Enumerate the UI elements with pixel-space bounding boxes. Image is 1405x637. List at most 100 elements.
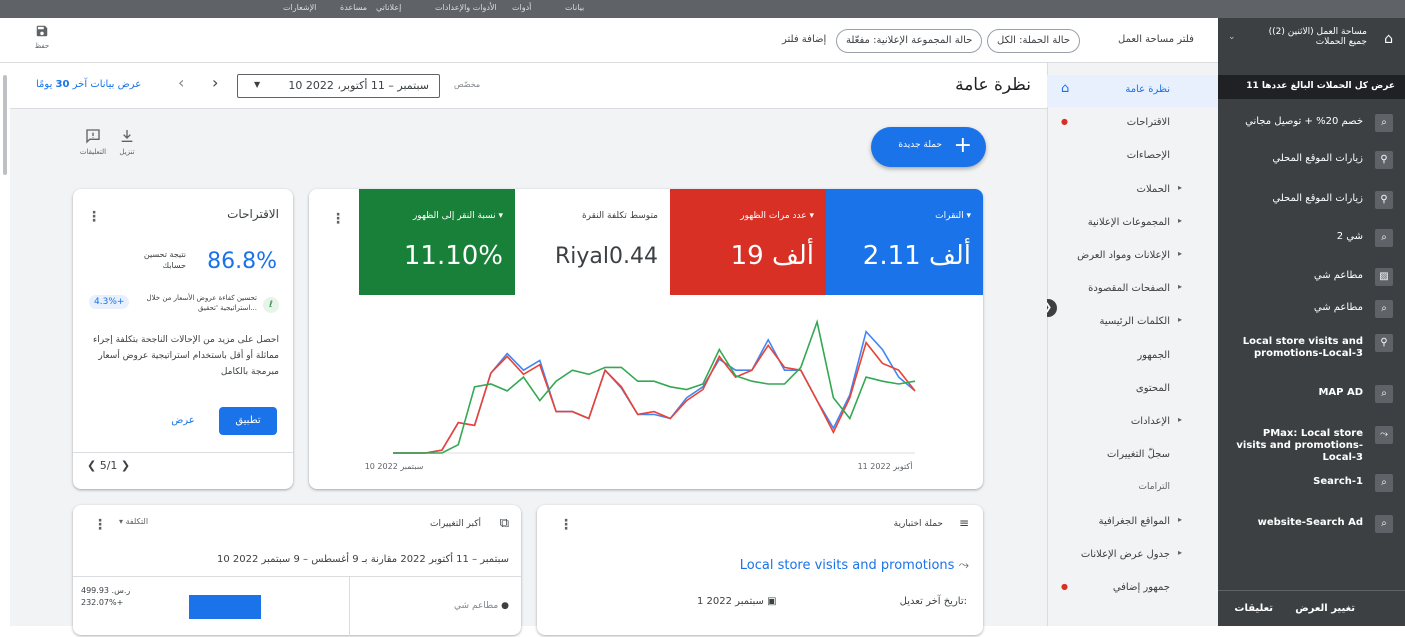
campaign-nav-item[interactable]: ▨ مطاعم شي <box>1218 264 1405 294</box>
campaign-nav-item[interactable]: ⚲ زيارات الموقع المحلي <box>1218 147 1405 177</box>
page-nav-item[interactable]: جدول عرض الإعلانات ▸ <box>1047 540 1218 572</box>
campaign-nav-item[interactable]: ⚲ Local store visits and promotions-Local… <box>1218 330 1405 360</box>
topbar-item[interactable]: أدوات <box>512 3 531 12</box>
download-icon <box>121 130 133 142</box>
page-nav-item[interactable]: الإعلانات ومواد العرض ▸ <box>1047 241 1218 273</box>
workspace-filter[interactable]: فلتر مساحة العمل <box>1118 34 1194 45</box>
save-button[interactable]: حفظ <box>27 23 57 50</box>
campaign-nav: ⌂ مساحة العمل (الاثنين (2)) جميع الحملات… <box>1218 18 1405 626</box>
campaign-status-chip[interactable]: حالة الحملة: الكل <box>987 29 1081 53</box>
page-nav-item[interactable]: الإحصاءات <box>1047 141 1218 173</box>
new-campaign-button[interactable]: + حملة جديدة <box>871 127 986 167</box>
suggestion-item[interactable]: ℓ تحسين كفاءة عروض الأسعار من خلال استرا… <box>89 293 279 319</box>
change-view-link[interactable]: تغيير العرض <box>1295 603 1355 614</box>
campaign-nav-label: مطاعم شي <box>1313 302 1363 313</box>
campaign-nav-label: Search-1 <box>1313 476 1363 487</box>
campaign-nav-item[interactable]: ⌕ مطاعم شي <box>1218 296 1405 326</box>
page-nav-label: جمهور إضافي <box>1112 582 1170 593</box>
metric-impressions-label: عدد مرات الظهور ▾ <box>740 211 814 221</box>
campaign-nav-label: website-Search Ad <box>1257 517 1363 528</box>
expand-arrow-icon: ▸ <box>1177 315 1182 325</box>
topbar-item[interactable]: إعلاناتي <box>376 3 401 12</box>
search-icon: ⌕ <box>1375 515 1393 533</box>
topbar-item[interactable]: الإشعارات <box>283 3 316 12</box>
campaign-nav-item[interactable]: ⌕ website-Search Ad <box>1218 511 1405 541</box>
all-campaigns-item[interactable]: عرض كل الحملات البالغ عددها 11 <box>1218 75 1405 99</box>
search-icon: ⌕ <box>1375 385 1393 403</box>
campaign-nav-item[interactable]: ⤳ PMax: Local store visits and promotions… <box>1218 422 1405 463</box>
page-nav-item[interactable]: الحملات ▸ <box>1047 175 1218 207</box>
account-line1: مساحة العمل (الاثنين (2)) <box>1268 27 1367 37</box>
metric-clicks[interactable]: النقرات ▾ 2.11 ألف <box>826 189 983 295</box>
add-filter-link[interactable]: إضافة فلتر <box>782 34 826 45</box>
next-period-button[interactable]: › <box>212 73 218 92</box>
page-nav-item[interactable]: ● جمهور إضافي <box>1047 573 1218 605</box>
metric-ctr[interactable]: نسبة النقر إلى الظهور ▾ 11.10% <box>359 189 515 295</box>
page-nav-item[interactable]: المحتوى <box>1047 374 1218 406</box>
page-nav-item[interactable]: الصفحات المقصودة ▸ <box>1047 274 1218 306</box>
page-nav-item[interactable]: ● الاقتراحات <box>1047 108 1218 140</box>
suggestion-description: احصل على مزيد من الإحالات الناجحة بتكلفة… <box>92 335 279 377</box>
change-row-label[interactable]: مطاعم شي ● <box>454 601 509 611</box>
account-selector[interactable]: ⌂ مساحة العمل (الاثنين (2)) جميع الحملات… <box>1218 18 1405 63</box>
more-options-icon[interactable]: ⋮ <box>331 211 345 227</box>
campaign-nav-label: Local store visits and promotions-Local-… <box>1242 336 1363 359</box>
campaign-nav-label: MAP AD <box>1318 387 1363 398</box>
optimization-score: 86.8% <box>207 249 277 274</box>
metric-impressions[interactable]: عدد مرات الظهور ▾ 19 ألف <box>670 189 826 295</box>
topbar-item[interactable]: بيانات <box>565 3 584 12</box>
page-nav-item[interactable]: الإعدادات ▸ <box>1047 407 1218 439</box>
feedback-link[interactable]: تعليقات <box>1234 603 1273 614</box>
adgroup-status-chip[interactable]: حالة المجموعة الإعلانية: مفعّلة <box>836 29 983 53</box>
page-nav-item[interactable]: الترامات <box>1047 473 1218 505</box>
change-amount: ر.س. 499.93 <box>81 586 131 595</box>
prev-suggestion-icon[interactable]: ❮ <box>87 459 96 472</box>
campaign-nav-label: شي 2 <box>1336 231 1363 242</box>
apply-button[interactable]: تطبيق <box>219 407 277 435</box>
alert-dot-icon: ● <box>1061 582 1068 591</box>
next-suggestion-icon[interactable]: ❯ <box>121 459 130 472</box>
scrollbar[interactable] <box>3 75 7 175</box>
topbar-item[interactable]: الأدوات والإعدادات <box>435 3 497 12</box>
campaign-nav-item[interactable]: ⚲ زيارات الموقع المحلي <box>1218 187 1405 217</box>
divider <box>349 577 350 637</box>
view-button[interactable]: عرض <box>163 407 203 435</box>
download-button[interactable]: تنزيل <box>112 128 142 156</box>
page-nav-item[interactable]: ⌂ نظرة عامة <box>1047 75 1218 107</box>
page-nav-label: نظرة عامة <box>1125 84 1170 95</box>
page-nav-item[interactable]: المواقع الجغرافية ▸ <box>1047 507 1218 539</box>
trial-campaign-link[interactable]: Local store visits and promotions ⤳ <box>740 558 969 573</box>
metric-avg-cpc-value: Riyal0.44 <box>555 244 658 269</box>
page-nav-item[interactable]: الكلمات الرئيسية ▸ <box>1047 307 1218 339</box>
suggestion-text: تحسين كفاءة عروض الأسعار من خلال استراتي… <box>146 294 258 312</box>
campaign-nav-item[interactable]: ⌕ شي 2 <box>1218 225 1405 255</box>
last30-days: 30 <box>55 79 70 90</box>
more-options-icon[interactable]: ⋮ <box>87 209 101 225</box>
feedback-tool-button[interactable]: التعليقات <box>78 128 108 156</box>
series-line-0 <box>393 329 916 454</box>
edit-list-icon: ≡ <box>958 516 969 530</box>
trial-campaign-card: حملة اختبارية ≡ ⋮ Local store visits and… <box>537 505 983 635</box>
campaign-nav-item[interactable]: ⌕ خصم 20% + توصيل مجاني <box>1218 110 1405 140</box>
date-range-picker[interactable]: ▼ 10 سبتمبر – 11 أكتوبر، 2022 <box>237 74 440 98</box>
metric-avg-cpc[interactable]: متوسط تكلفة النقرة Riyal0.44 <box>515 189 670 295</box>
topbar-item[interactable]: مساعدة <box>340 3 367 12</box>
campaign-nav-item[interactable]: ⌕ Search-1 <box>1218 470 1405 500</box>
expand-arrow-icon: ▸ <box>1177 182 1182 192</box>
page-nav-label: جدول عرض الإعلانات <box>1080 548 1170 560</box>
alert-dot-icon: ● <box>1061 117 1068 127</box>
page-nav-item[interactable]: الجمهور <box>1047 341 1218 373</box>
prev-period-button[interactable]: ‹ <box>178 73 184 92</box>
plus-icon: + <box>953 133 972 158</box>
suggestion-pager[interactable]: ❮ 5/1 ❯ <box>87 459 130 472</box>
page-nav-item[interactable]: المجموعات الإعلانية ▸ <box>1047 208 1218 240</box>
performance-chart: 10 سبتمبر 2022 11 أكتوبر 2022 <box>365 318 916 471</box>
display-icon: ▨ <box>1375 268 1393 286</box>
metric-select[interactable]: ▾ التكلفة <box>119 517 148 526</box>
more-options-icon[interactable]: ⋮ <box>559 517 573 533</box>
last-30-days-link[interactable]: عرض بيانات آخر 30 يومًا <box>36 79 141 90</box>
page-nav-item[interactable]: سجلّ التغييرات <box>1047 440 1218 472</box>
more-options-icon[interactable]: ⋮ <box>93 517 107 533</box>
campaign-nav-item[interactable]: ⌕ MAP AD <box>1218 381 1405 411</box>
search-icon: ⌕ <box>1375 474 1393 492</box>
